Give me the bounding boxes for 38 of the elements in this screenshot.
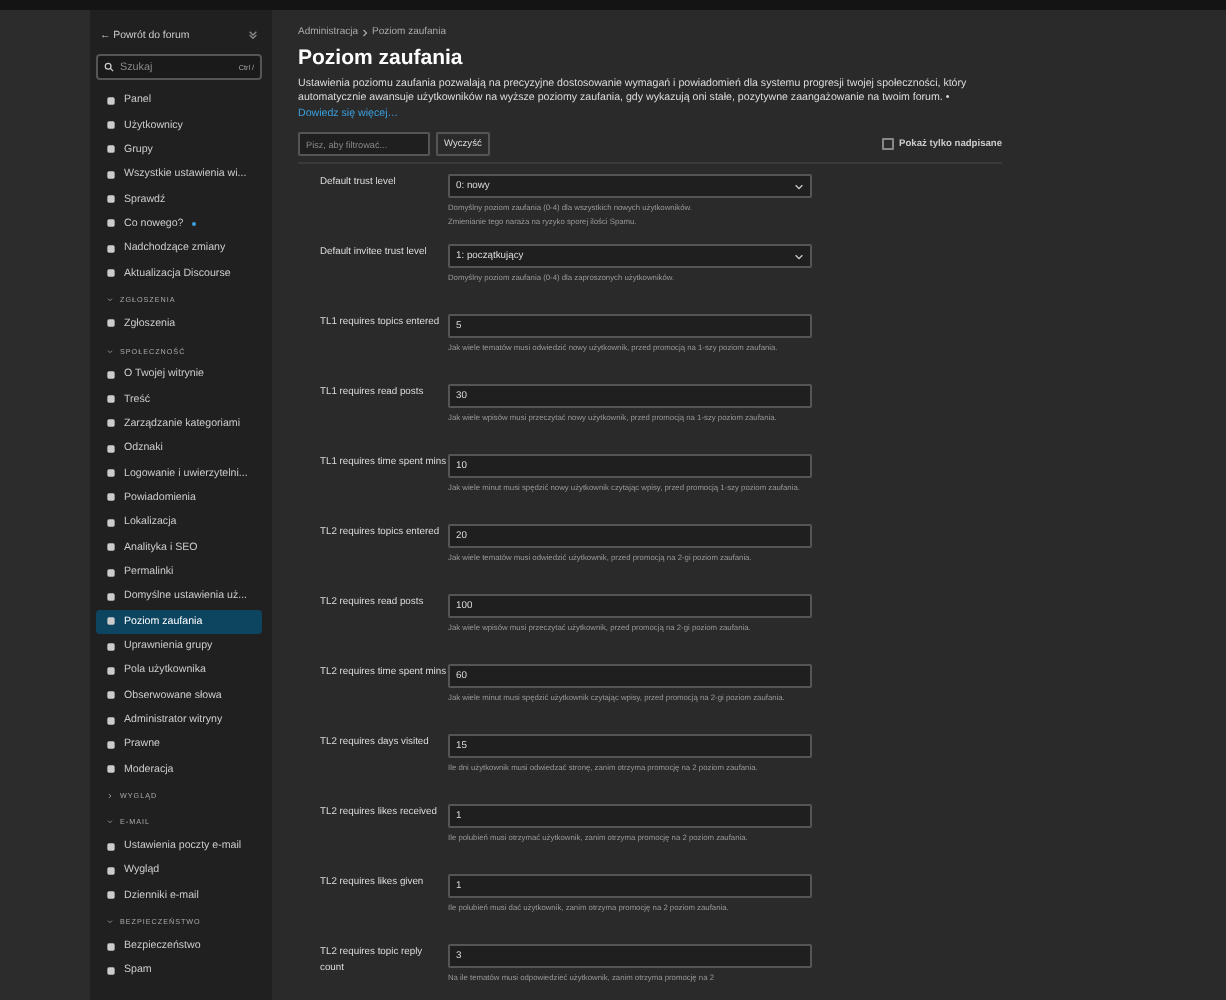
square-icon bbox=[106, 739, 116, 750]
square-icon bbox=[106, 567, 116, 578]
square-icon bbox=[106, 169, 116, 180]
square-icon bbox=[106, 120, 116, 131]
square-icon bbox=[106, 641, 116, 652]
square-icon bbox=[106, 394, 116, 405]
square-icon bbox=[106, 318, 116, 329]
square-icon bbox=[106, 468, 116, 479]
square-icon bbox=[106, 243, 116, 254]
square-icon bbox=[106, 616, 116, 627]
square-icon bbox=[106, 418, 116, 429]
caret-icon bbox=[794, 251, 804, 262]
square-icon bbox=[106, 941, 116, 952]
square-icon bbox=[106, 144, 116, 155]
square-icon bbox=[106, 369, 116, 380]
square-icon bbox=[106, 690, 116, 701]
square-icon bbox=[106, 194, 116, 205]
square-icon bbox=[106, 443, 116, 454]
search-icon bbox=[104, 62, 114, 72]
square-icon bbox=[106, 542, 116, 553]
square-icon bbox=[106, 591, 116, 602]
square-icon bbox=[106, 665, 116, 676]
chevron-icon bbox=[362, 27, 369, 37]
square-icon bbox=[106, 492, 116, 503]
square-icon bbox=[106, 841, 116, 852]
square-icon bbox=[106, 764, 116, 775]
square-icon bbox=[106, 890, 116, 901]
square-icon bbox=[106, 715, 116, 726]
square-icon bbox=[106, 218, 116, 229]
square-icon bbox=[106, 268, 116, 279]
square-icon bbox=[106, 517, 116, 528]
caret-icon bbox=[794, 181, 804, 192]
collapse-icon[interactable] bbox=[248, 30, 258, 40]
square-icon bbox=[106, 965, 116, 976]
checkbox[interactable] bbox=[882, 138, 894, 150]
page-title: Poziom zaufania bbox=[298, 46, 465, 70]
square-icon bbox=[106, 95, 116, 106]
square-icon bbox=[106, 865, 116, 876]
